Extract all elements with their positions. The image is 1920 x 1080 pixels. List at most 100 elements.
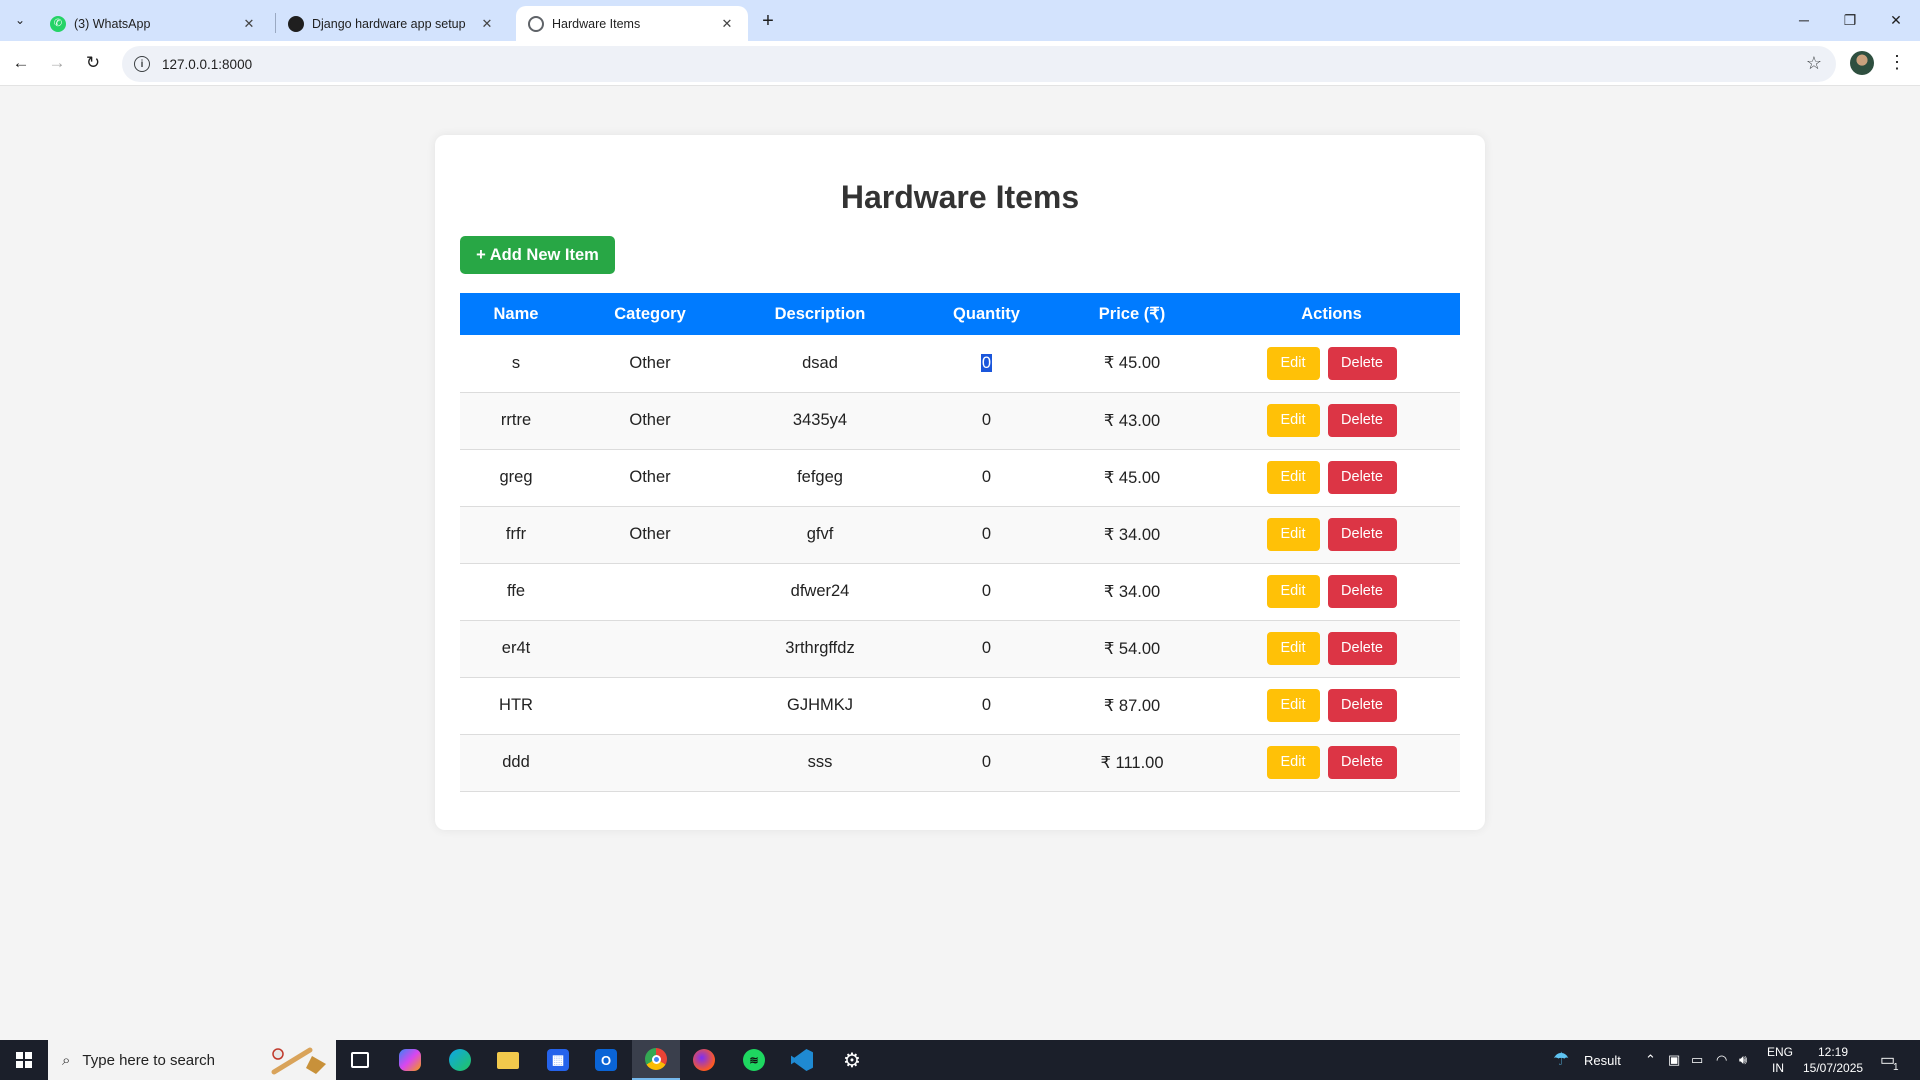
meet-now-icon[interactable]: ▣: [1668, 1052, 1680, 1068]
start-button[interactable]: [0, 1040, 48, 1080]
cell-category: [572, 563, 728, 621]
cell-category: Other: [572, 506, 728, 564]
weather-icon[interactable]: ☂: [1553, 1049, 1569, 1070]
task-view-icon[interactable]: [336, 1040, 384, 1080]
page-title: Hardware Items: [840, 179, 1080, 215]
delete-button[interactable]: Delete: [1327, 346, 1397, 380]
window-close-icon[interactable]: ✕: [1873, 0, 1919, 40]
cell-actions: Edit Delete: [1203, 335, 1460, 393]
delete-button[interactable]: Delete: [1327, 689, 1397, 722]
cell-quantity: 0: [912, 335, 1061, 393]
edit-button[interactable]: Edit: [1266, 575, 1320, 608]
volume-icon[interactable]: 🔊︎: [1739, 1052, 1747, 1068]
cell-description: 3rthrgffdz: [728, 620, 912, 678]
language-region[interactable]: IN: [1772, 1061, 1784, 1075]
battery-icon[interactable]: ▭: [1691, 1052, 1703, 1068]
table-row: greg Other fefgeg 0 ₹ 45.00 Edit Delete: [460, 449, 1460, 507]
spotify-icon[interactable]: ≋: [730, 1040, 778, 1080]
cell-actions: Edit Delete: [1203, 677, 1460, 735]
table-row: s Other dsad 0 ₹ 45.00 Edit Delete: [460, 335, 1460, 393]
chatgpt-icon: [288, 15, 304, 32]
tab-django[interactable]: Django hardware app setup ✕: [276, 6, 508, 41]
page-viewport: Hardware Items + Add New Item Name Categ…: [0, 87, 1920, 1039]
weather-label[interactable]: Result: [1584, 1053, 1621, 1068]
clock-date[interactable]: 15/07/2025: [1803, 1061, 1863, 1075]
cell-description: 3435y4: [728, 392, 912, 450]
microsoft-store-icon[interactable]: ▦: [534, 1040, 582, 1080]
file-explorer-icon[interactable]: [484, 1040, 532, 1080]
delete-button[interactable]: Delete: [1327, 461, 1397, 494]
tab-title: (3) WhatsApp: [74, 16, 151, 31]
firefox-icon[interactable]: [680, 1040, 728, 1080]
delete-button[interactable]: Delete: [1327, 575, 1397, 608]
close-icon[interactable]: ✕: [478, 15, 496, 33]
cell-name: er4t: [460, 620, 572, 678]
column-header-name: Name: [460, 293, 572, 335]
tab-whatsapp[interactable]: ✆ (3) WhatsApp ✕: [38, 6, 270, 41]
close-icon[interactable]: ✕: [240, 15, 258, 33]
address-bar[interactable]: i 127.0.0.1:8000 ☆: [122, 46, 1836, 82]
tab-search-button[interactable]: ⌄: [8, 8, 32, 32]
cell-price: ₹ 45.00: [1061, 335, 1203, 393]
edit-button[interactable]: Edit: [1266, 461, 1320, 494]
notification-count: 1: [1893, 1062, 1899, 1073]
cell-price: ₹ 34.00: [1061, 563, 1203, 621]
search-highlight-art-icon: [271, 1047, 326, 1075]
edit-button[interactable]: Edit: [1266, 632, 1320, 665]
cell-name: ddd: [460, 734, 572, 792]
add-new-item-button[interactable]: + Add New Item: [460, 236, 615, 274]
cell-name: ffe: [460, 563, 572, 621]
outlook-icon[interactable]: O: [582, 1040, 630, 1080]
cell-quantity: 0: [912, 449, 1061, 507]
cell-price: ₹ 43.00: [1061, 392, 1203, 450]
delete-button[interactable]: Delete: [1327, 746, 1397, 779]
windows-logo-icon: [16, 1052, 32, 1068]
new-tab-button[interactable]: +: [756, 9, 780, 33]
chrome-icon[interactable]: [632, 1040, 680, 1080]
search-icon: ⌕: [62, 1051, 71, 1069]
cell-category: [572, 620, 728, 678]
chevron-up-icon[interactable]: ⌃: [1645, 1052, 1656, 1068]
delete-button[interactable]: Delete: [1327, 632, 1397, 665]
restore-icon[interactable]: ❐: [1827, 0, 1873, 40]
cell-name: frfr: [460, 506, 572, 564]
bookmark-star-icon[interactable]: ☆: [1806, 53, 1822, 74]
minimize-icon[interactable]: ─: [1781, 0, 1827, 40]
forward-icon[interactable]: →: [44, 50, 70, 76]
profile-avatar[interactable]: [1850, 51, 1874, 75]
site-info-icon[interactable]: i: [134, 56, 150, 72]
cell-description: dfwer24: [728, 563, 912, 621]
cell-name: HTR: [460, 677, 572, 735]
back-icon[interactable]: ←: [8, 50, 34, 76]
vscode-icon[interactable]: [778, 1040, 826, 1080]
tab-title: Django hardware app setup: [312, 16, 466, 31]
language-code[interactable]: ENG: [1767, 1045, 1793, 1059]
edit-button[interactable]: Edit: [1266, 346, 1320, 380]
column-header-quantity: Quantity: [912, 293, 1061, 335]
wifi-icon[interactable]: ◠: [1716, 1052, 1727, 1068]
edge-icon[interactable]: [436, 1040, 484, 1080]
tab-hardware-items[interactable]: Hardware Items ✕: [516, 6, 748, 41]
cell-quantity: 0: [912, 620, 1061, 678]
copilot-icon[interactable]: [386, 1040, 434, 1080]
kebab-menu-icon[interactable]: ⋮: [1888, 52, 1906, 73]
taskbar-search-box[interactable]: ⌕ Type here to search: [48, 1040, 336, 1080]
delete-button[interactable]: Delete: [1327, 404, 1397, 437]
close-icon[interactable]: ✕: [718, 15, 736, 33]
edit-button[interactable]: Edit: [1266, 518, 1320, 551]
cell-category: Other: [572, 449, 728, 507]
url-text[interactable]: 127.0.0.1:8000: [162, 57, 252, 72]
settings-gear-icon[interactable]: ⚙: [828, 1040, 876, 1080]
cell-price: ₹ 111.00: [1061, 734, 1203, 792]
cell-category: Other: [572, 392, 728, 450]
table-row: ffe dfwer24 0 ₹ 34.00 Edit Delete: [460, 563, 1460, 621]
delete-button[interactable]: Delete: [1327, 518, 1397, 551]
edit-button[interactable]: Edit: [1266, 746, 1320, 779]
reload-icon[interactable]: ↻: [80, 50, 106, 76]
edit-button[interactable]: Edit: [1266, 689, 1320, 722]
clock-time[interactable]: 12:19: [1818, 1045, 1848, 1059]
table-row: ddd sss 0 ₹ 111.00 Edit Delete: [460, 734, 1460, 792]
column-header-price: Price (₹): [1061, 293, 1203, 335]
edit-button[interactable]: Edit: [1266, 404, 1320, 437]
column-header-description: Description: [728, 293, 912, 335]
